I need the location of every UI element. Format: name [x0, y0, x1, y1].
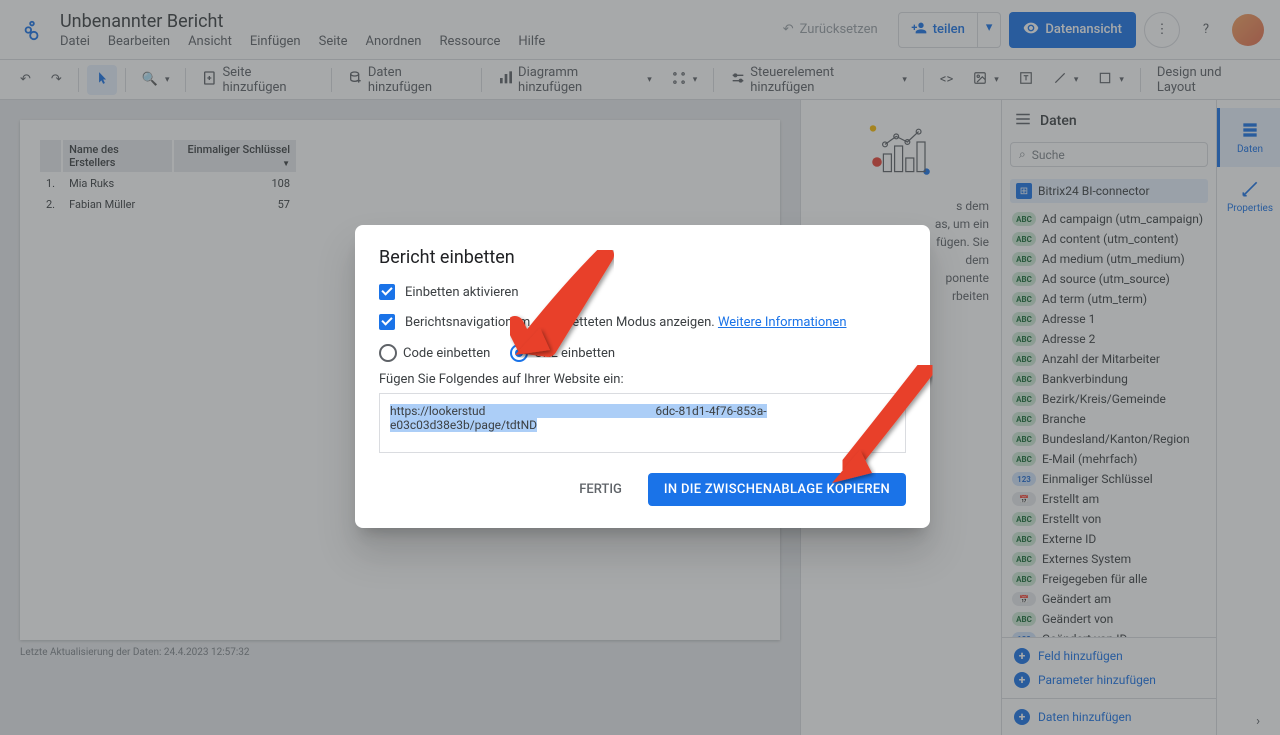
done-button[interactable]: Fertig	[563, 473, 638, 506]
enable-embed-checkbox[interactable]	[379, 284, 395, 300]
show-nav-checkbox[interactable]	[379, 314, 395, 330]
dialog-title: Bericht einbetten	[379, 247, 906, 268]
enable-embed-label: Einbetten aktivieren	[405, 285, 519, 300]
url-embed-radio[interactable]: URL einbetten	[510, 344, 615, 362]
embed-url-textarea[interactable]: https://lookerstud6dc-81d1-4f76-853a-e03…	[379, 393, 906, 453]
copy-clipboard-button[interactable]: In die Zwischenablage kopieren	[648, 473, 906, 506]
code-embed-radio[interactable]: Code einbetten	[379, 344, 490, 362]
show-nav-label: Berichtsnavigation im eingebetteten Modu…	[405, 315, 715, 330]
embed-report-dialog: Bericht einbetten Einbetten aktivieren B…	[355, 225, 930, 528]
paste-instruction: Fügen Sie Folgendes auf Ihrer Website ei…	[379, 372, 906, 387]
more-info-link[interactable]: Weitere Informationen	[718, 315, 847, 330]
